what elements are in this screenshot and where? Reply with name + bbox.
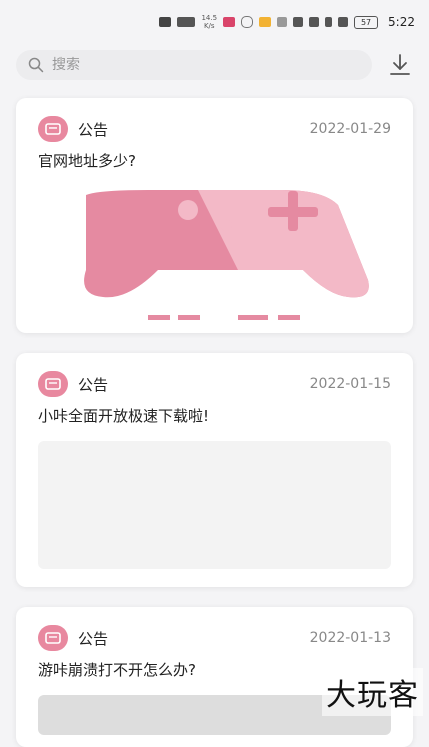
clock: 5:22 — [388, 15, 415, 29]
signal-icon — [177, 17, 196, 27]
search-box[interactable] — [16, 50, 372, 80]
gamepad-banner-image — [84, 190, 369, 320]
app-notification-icon — [223, 17, 236, 27]
watermark-logo: 大玩客 — [322, 668, 423, 716]
card-image-placeholder — [38, 441, 391, 569]
circle-icon — [241, 16, 254, 28]
search-row — [16, 50, 413, 80]
card-title: 官网地址多少? — [38, 152, 136, 170]
card-title: 游咔崩溃打不开怎么办? — [38, 661, 196, 679]
download-icon[interactable] — [387, 52, 413, 78]
vibrate-icon — [309, 17, 320, 27]
card-date: 2022-01-15 — [309, 376, 391, 392]
card-header: 公告 — [38, 116, 108, 142]
card-date: 2022-01-13 — [309, 630, 391, 646]
card-header: 公告 — [38, 371, 108, 397]
card-tag: 公告 — [78, 375, 109, 394]
notice-icon — [38, 116, 68, 142]
card-tag: 公告 — [78, 120, 109, 139]
network-speed: 14.5 K/s — [201, 14, 218, 30]
card-title: 小咔全面开放极速下载啦! — [38, 407, 210, 425]
mute-icon — [338, 17, 349, 27]
sim-icon — [159, 17, 172, 27]
search-input[interactable] — [50, 56, 334, 74]
notice-icon — [38, 371, 68, 397]
notice-icon — [38, 625, 68, 651]
announcement-card[interactable]: 公告 2022-01-15 小咔全面开放极速下载啦! — [16, 353, 413, 587]
announcement-card[interactable]: 公告 2022-01-29 官网地址多少? — [16, 98, 413, 333]
battery-level: 57 — [360, 17, 372, 27]
bluetooth-icon — [325, 17, 333, 27]
card-tag: 公告 — [78, 629, 109, 648]
card-header: 公告 — [38, 625, 108, 651]
wifi-icon — [277, 17, 288, 27]
nfc-icon — [293, 17, 304, 27]
battery-icon: 57 — [354, 15, 379, 29]
search-icon — [28, 57, 44, 73]
status-bar: 14.5 K/s 57 5:22 — [0, 0, 429, 44]
card-date: 2022-01-29 — [309, 121, 391, 137]
app-notification-icon-2 — [259, 17, 272, 27]
